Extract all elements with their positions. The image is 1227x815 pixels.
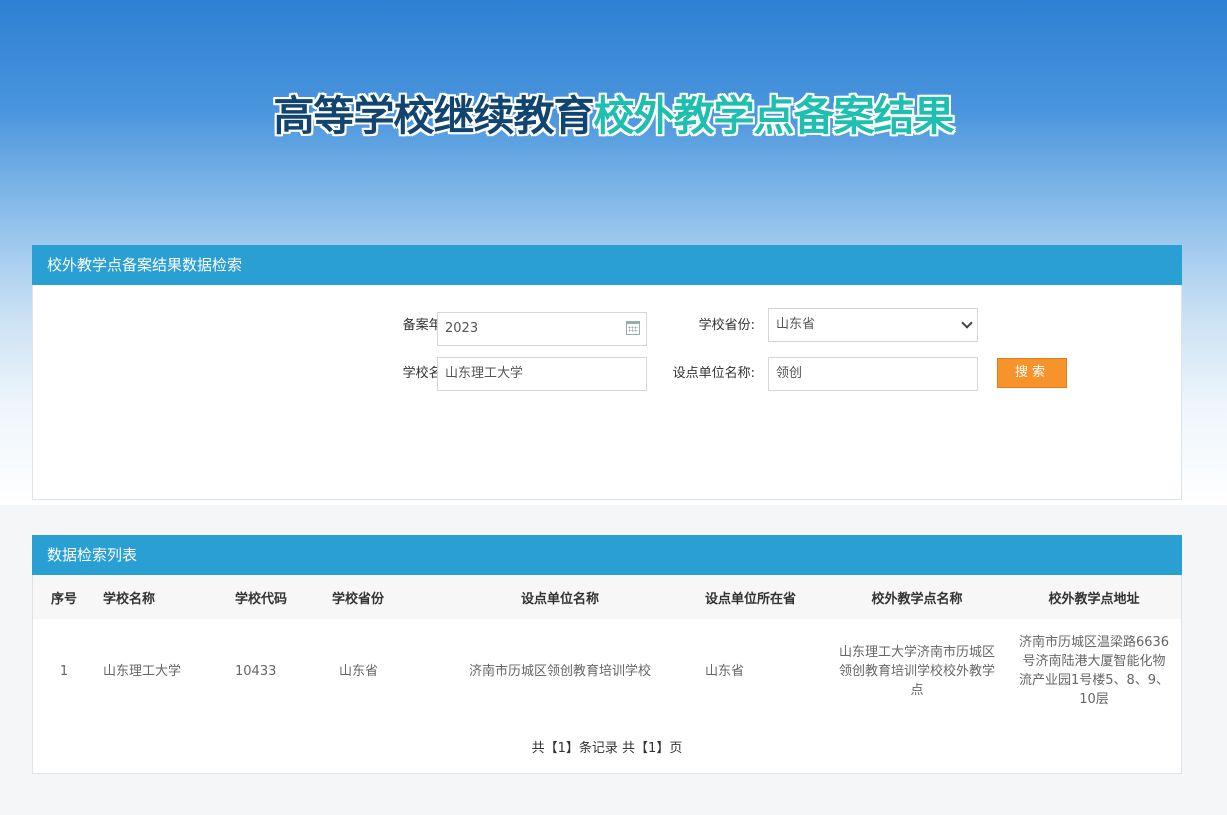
search-button[interactable]: 搜索 (997, 358, 1067, 388)
results-table: 序号 学校名称 学校代码 学校省份 设点单位名称 设点单位所在省 校外教学点名称… (33, 575, 1181, 723)
page-title-part2: 校外教学点备案结果 (593, 92, 955, 140)
province-label: 学校省份: (698, 318, 755, 333)
col-header: 学校省份 (317, 575, 435, 619)
page-title: 高等学校继续教育校外教学点备案结果 (0, 82, 1227, 142)
table-cell: 10433 (235, 663, 277, 679)
province-select[interactable]: 山东省 (768, 308, 978, 342)
unit-value: 领创 (776, 366, 803, 381)
unit-label: 设点单位名称: (672, 366, 755, 381)
search-panel-title: 校外教学点备案结果数据检索 (32, 245, 1182, 285)
unit-input[interactable]: 领创 (768, 357, 978, 391)
table-cell: 济南市历城区领创教育培训学校 (468, 663, 651, 679)
year-value: 2023 (445, 321, 479, 336)
search-panel: 校外教学点备案结果数据检索 备案年份: 2023 学校省份: 山东省 学校名称:… (32, 245, 1182, 500)
col-header: 设点单位所在省 (685, 575, 827, 619)
school-input[interactable]: 山东理工大学 (437, 357, 647, 391)
chevron-down-icon (961, 317, 973, 329)
col-header: 校外教学点名称 (827, 575, 1007, 619)
province-value: 山东省 (776, 317, 816, 332)
table-cell: 山东理工大学 (103, 663, 182, 679)
table-cell: 山东省 (339, 663, 379, 679)
col-header: 设点单位名称 (435, 575, 685, 619)
table-cell: 山东省 (705, 663, 745, 679)
table-row: 1 山东理工大学 10433 山东省 济南市历城区领创教育培训学校 山东省 山东… (33, 619, 1181, 723)
col-header: 学校名称 (95, 575, 225, 619)
table-cell: 山东理工大学济南市历城区领创教育培训学校校外教学点 (839, 644, 996, 698)
page-title-part1: 高等学校继续教育 (273, 92, 595, 140)
year-input[interactable]: 2023 (437, 312, 647, 346)
col-header: 学校代码 (225, 575, 317, 619)
list-panel: 数据检索列表 序号 学校名称 学校代码 学校省份 设点单位名称 设点单位所在省 … (32, 535, 1182, 774)
pagination-text: 共【1】条记录 共【1】页 (531, 741, 683, 756)
list-panel-title: 数据检索列表 (32, 535, 1182, 575)
table-header-row: 序号 学校名称 学校代码 学校省份 设点单位名称 设点单位所在省 校外教学点名称… (33, 575, 1181, 619)
col-header: 校外教学点地址 (1007, 575, 1181, 619)
table-cell: 1 (59, 663, 69, 679)
school-value: 山东理工大学 (445, 366, 524, 381)
col-header: 序号 (33, 575, 95, 619)
table-cell: 济南市历城区温梁路6636号济南陆港大厦智能化物流产业园1号楼5、8、9、10层 (1018, 635, 1170, 707)
